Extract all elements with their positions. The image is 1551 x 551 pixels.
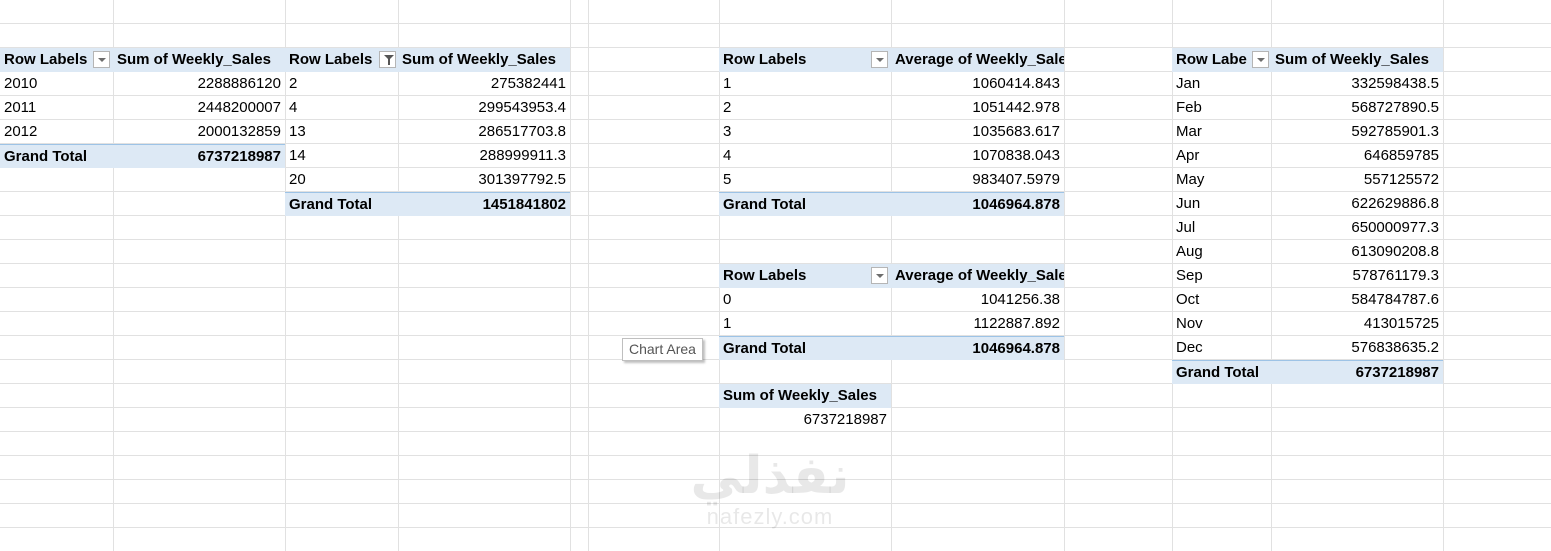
grand-total-value[interactable]: 6737218987 — [1271, 360, 1443, 384]
row-label[interactable]: Oct — [1172, 288, 1271, 312]
row-value[interactable]: 650000977.3 — [1271, 216, 1443, 240]
row-label[interactable]: 1 — [719, 312, 891, 336]
row-label[interactable]: Mar — [1172, 120, 1271, 144]
row-label[interactable]: Sep — [1172, 264, 1271, 288]
grand-total-label[interactable]: Grand Total — [285, 192, 398, 216]
row-gridline — [0, 455, 1551, 456]
grand-total-label[interactable]: Grand Total — [719, 192, 891, 216]
row-label[interactable]: 3 — [719, 120, 891, 144]
value-header[interactable]: Sum of Weekly_Sales — [398, 48, 570, 72]
sum-value[interactable]: 6737218987 — [719, 408, 891, 432]
row-label[interactable]: 5 — [719, 168, 891, 192]
row-label[interactable]: Jul — [1172, 216, 1271, 240]
value-header[interactable]: Average of Weekly_Sales — [891, 264, 1064, 288]
row-value[interactable]: 592785901.3 — [1271, 120, 1443, 144]
grand-total-label[interactable]: Grand Total — [719, 336, 891, 360]
row-value[interactable]: 301397792.5 — [398, 168, 570, 192]
row-value[interactable]: 1060414.843 — [891, 72, 1064, 96]
row-value[interactable]: 1051442.978 — [891, 96, 1064, 120]
chevron-down-icon[interactable] — [1252, 51, 1269, 68]
row-value[interactable]: 578761179.3 — [1271, 264, 1443, 288]
row-value[interactable]: 613090208.8 — [1271, 240, 1443, 264]
row-gridline — [0, 503, 1551, 504]
row-labels-header[interactable]: Row Labels — [719, 264, 891, 288]
row-value[interactable]: 1041256.38 — [891, 288, 1064, 312]
grand-total-label[interactable]: Grand Total — [1172, 360, 1271, 384]
row-label[interactable]: Nov — [1172, 312, 1271, 336]
row-value[interactable]: 646859785 — [1271, 144, 1443, 168]
row-label[interactable]: 14 — [285, 144, 398, 168]
row-value[interactable]: 413015725 — [1271, 312, 1443, 336]
row-label[interactable]: 1 — [719, 72, 891, 96]
row-label[interactable]: 2 — [285, 72, 398, 96]
row-value[interactable]: 1122887.892 — [891, 312, 1064, 336]
row-value[interactable]: 557125572 — [1271, 168, 1443, 192]
row-value[interactable]: 1070838.043 — [891, 144, 1064, 168]
row-label[interactable]: 0 — [719, 288, 891, 312]
row-value[interactable]: 568727890.5 — [1271, 96, 1443, 120]
row-value[interactable]: 1035683.617 — [891, 120, 1064, 144]
row-value[interactable]: 275382441 — [398, 72, 570, 96]
row-label[interactable]: Jan — [1172, 72, 1271, 96]
grand-total-value[interactable]: 1046964.878 — [891, 336, 1064, 360]
row-label[interactable]: 2010 — [0, 72, 113, 96]
row-label[interactable]: 20 — [285, 168, 398, 192]
row-value[interactable]: 286517703.8 — [398, 120, 570, 144]
value-header[interactable]: Sum of Weekly_Sales — [1271, 48, 1443, 72]
row-label[interactable]: Dec — [1172, 336, 1271, 360]
row-value[interactable]: 299543953.4 — [398, 96, 570, 120]
chevron-down-icon[interactable] — [871, 51, 888, 68]
row-value[interactable]: 622629886.8 — [1271, 192, 1443, 216]
row-value[interactable]: 2448200007 — [113, 96, 285, 120]
row-value[interactable]: 584784787.6 — [1271, 288, 1443, 312]
chevron-down-icon[interactable] — [93, 51, 110, 68]
row-value[interactable]: 2288886120 — [113, 72, 285, 96]
grand-total-value[interactable]: 1451841802 — [398, 192, 570, 216]
row-label[interactable]: 4 — [719, 144, 891, 168]
row-label[interactable]: Jun — [1172, 192, 1271, 216]
row-value[interactable]: 288999911.3 — [398, 144, 570, 168]
row-gridline — [0, 479, 1551, 480]
row-labels-header[interactable]: Row Labels — [719, 48, 891, 72]
row-label[interactable]: Feb — [1172, 96, 1271, 120]
row-value[interactable]: 576838635.2 — [1271, 336, 1443, 360]
grand-total-label[interactable]: Grand Total — [0, 144, 113, 168]
row-value[interactable]: 983407.5979 — [891, 168, 1064, 192]
row-label[interactable]: May — [1172, 168, 1271, 192]
row-gridline — [0, 527, 1551, 528]
grand-total-value[interactable]: 1046964.878 — [891, 192, 1064, 216]
row-label[interactable]: Aug — [1172, 240, 1271, 264]
row-label[interactable]: Apr — [1172, 144, 1271, 168]
row-value[interactable]: 332598438.5 — [1271, 72, 1443, 96]
filter-icon[interactable] — [379, 51, 396, 68]
value-header[interactable]: Average of Weekly_Sales — [891, 48, 1064, 72]
chevron-down-icon[interactable] — [871, 267, 888, 284]
row-value[interactable]: 2000132859 — [113, 120, 285, 144]
row-label[interactable]: 2 — [719, 96, 891, 120]
row-label[interactable]: 4 — [285, 96, 398, 120]
grand-total-value[interactable]: 6737218987 — [113, 144, 285, 168]
chart-area-tooltip: Chart Area — [622, 338, 703, 361]
row-gridline — [0, 23, 1551, 24]
row-label[interactable]: 13 — [285, 120, 398, 144]
value-header[interactable]: Sum of Weekly_Sales — [113, 48, 285, 72]
value-header[interactable]: Sum of Weekly_Sales — [719, 384, 891, 408]
row-label[interactable]: 2012 — [0, 120, 113, 144]
row-label[interactable]: 2011 — [0, 96, 113, 120]
